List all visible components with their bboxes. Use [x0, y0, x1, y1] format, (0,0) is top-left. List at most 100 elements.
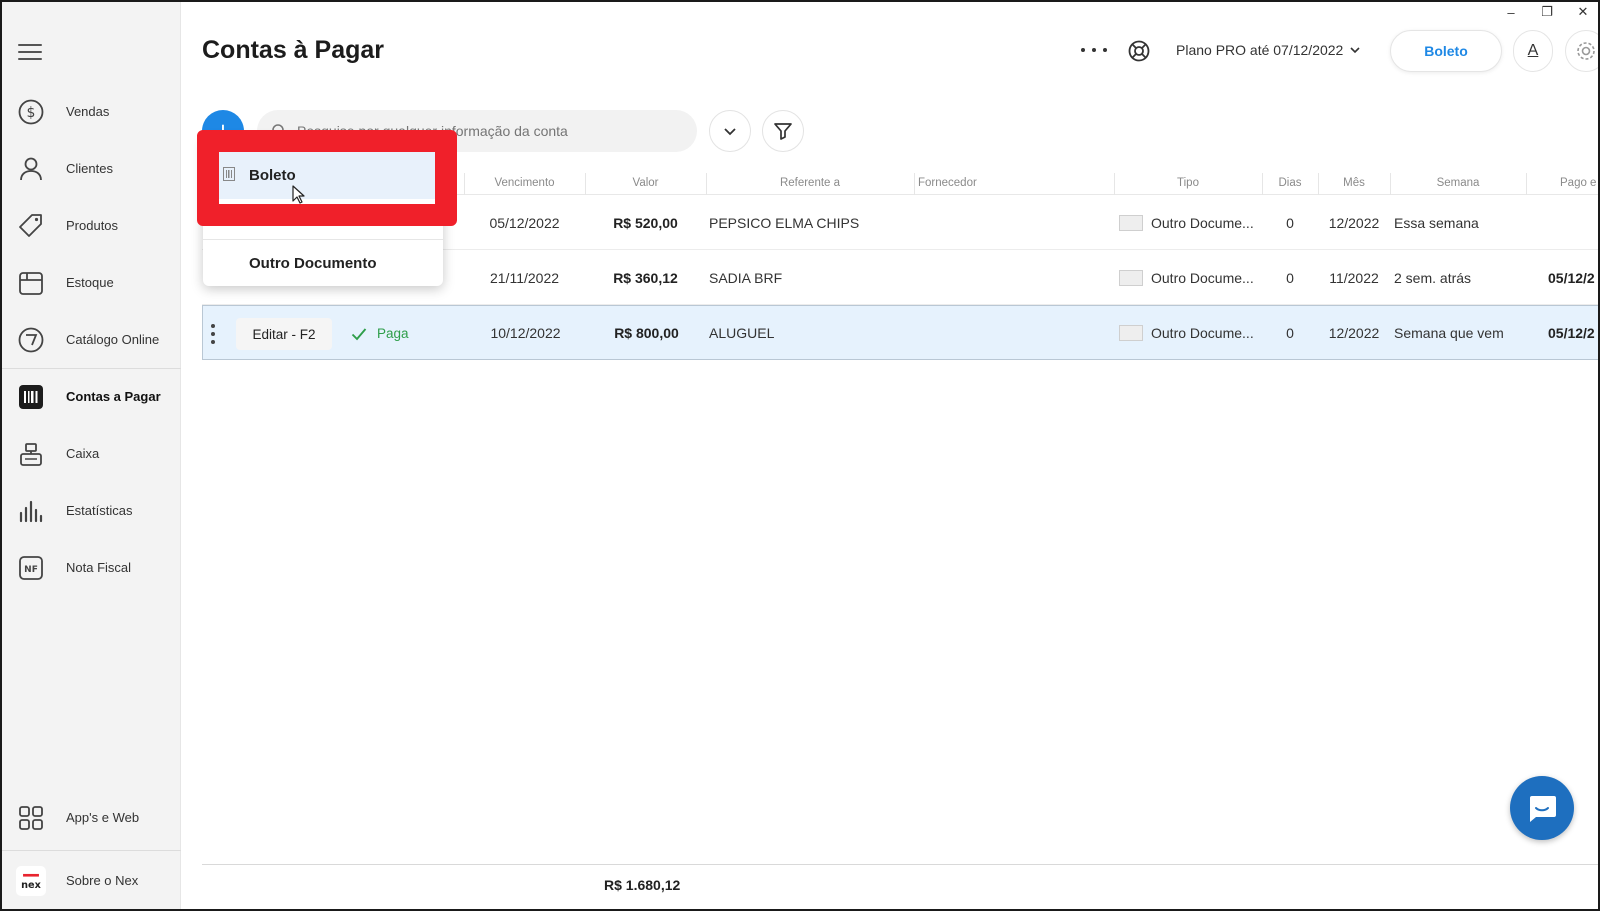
- footer-divider: [202, 864, 1598, 865]
- sidebar-item-estoque[interactable]: Estoque: [2, 254, 180, 311]
- minimize-icon[interactable]: –: [1504, 4, 1518, 20]
- svg-text:$: $: [27, 105, 36, 121]
- sidebar-item-caixa[interactable]: Caixa: [2, 425, 180, 482]
- barcode-icon: [16, 382, 46, 412]
- close-icon[interactable]: ✕: [1576, 4, 1590, 20]
- menu-item-boleto[interactable]: Boleto: [203, 151, 443, 199]
- sidebar-item-estatisticas[interactable]: Estatísticas: [2, 482, 180, 539]
- document-type-icon: [1119, 214, 1143, 231]
- sidebar-item-produtos[interactable]: Produtos: [2, 197, 180, 254]
- sidebar-item-label: Sobre o Nex: [66, 873, 139, 888]
- chevron-down-icon: [1350, 47, 1360, 54]
- cell-valor: R$ 360,12: [613, 269, 678, 286]
- font-size-button[interactable]: A: [1513, 30, 1553, 72]
- edit-button[interactable]: Editar - F2: [236, 318, 332, 350]
- status-badge: Paga: [351, 306, 409, 361]
- barcode-icon: [223, 167, 235, 181]
- sidebar-nav: $ Vendas Clientes Produtos Estoque Catál…: [2, 83, 181, 596]
- cell-mes: 12/2022: [1328, 324, 1380, 341]
- cell-dias: 0: [1286, 214, 1294, 231]
- tipo-label: Outro Docume...: [1151, 324, 1254, 341]
- cell-semana: Semana que vem: [1394, 324, 1504, 341]
- sidebar-item-clientes[interactable]: Clientes: [2, 140, 180, 197]
- sidebar-item-vendas[interactable]: $ Vendas: [2, 83, 180, 140]
- sidebar-divider: [2, 850, 181, 851]
- restore-icon[interactable]: ❐: [1540, 4, 1554, 20]
- plan-label: Plano PRO até 07/12/2022: [1176, 42, 1344, 58]
- sidebar-item-sobre-o-nex[interactable]: nex Sobre o Nex: [2, 852, 180, 909]
- column-header[interactable]: Referente a: [706, 177, 914, 189]
- help-lifebuoy-icon[interactable]: [1127, 39, 1151, 63]
- column-header[interactable]: Valor: [585, 177, 706, 189]
- table-row-selected[interactable]: Editar - F2 Paga 10/12/2022 R$ 800,00 AL…: [202, 305, 1598, 361]
- sidebar-item-label: Catálogo Online: [66, 332, 160, 347]
- plan-selector[interactable]: Plano PRO até 07/12/2022: [1176, 42, 1361, 58]
- cell-mes: 11/2022: [1329, 269, 1379, 286]
- cell-vencimento: 10/12/2022: [490, 324, 561, 341]
- sidebar: $ Vendas Clientes Produtos Estoque Catál…: [2, 2, 181, 909]
- row-menu-icon[interactable]: [211, 324, 217, 344]
- column-header[interactable]: Semana: [1390, 177, 1526, 189]
- sidebar-item-label: Produtos: [66, 218, 119, 233]
- cell-vencimento: 21/11/2022: [489, 269, 560, 286]
- chevron-down-icon: [724, 128, 736, 136]
- cell-referente: ALUGUEL: [709, 324, 775, 341]
- apps-grid-icon: [16, 803, 46, 833]
- gear-icon: [1577, 42, 1595, 60]
- column-header[interactable]: Vencimento: [464, 177, 585, 189]
- sidebar-item-apps-e-web[interactable]: App's e Web: [2, 789, 180, 846]
- column-header[interactable]: Fornecedor: [918, 177, 977, 189]
- cell-tipo: Outro Docume...: [1119, 250, 1254, 305]
- cell-referente: PEPSICO ELMA CHIPS: [709, 214, 860, 231]
- cell-tipo: Outro Docume...: [1119, 305, 1254, 360]
- chat-button[interactable]: [1510, 776, 1574, 840]
- tipo-label: Outro Docume...: [1151, 214, 1254, 231]
- document-type-icon: [1119, 269, 1143, 286]
- column-header[interactable]: Mês: [1318, 177, 1390, 189]
- sidebar-item-label: Estoque: [66, 275, 114, 290]
- more-options-icon[interactable]: [1081, 40, 1107, 60]
- column-header[interactable]: Pago e: [1560, 177, 1596, 189]
- dollar-circle-icon: $: [16, 97, 46, 127]
- filter-icon: [774, 123, 792, 140]
- expand-button[interactable]: [709, 110, 751, 152]
- sidebar-bottom: App's e Web nex Sobre o Nex: [2, 789, 181, 909]
- cell-pago: 05/12/2: [1548, 269, 1595, 286]
- tag-icon: [16, 211, 46, 241]
- boleto-button[interactable]: Boleto: [1390, 30, 1502, 72]
- window-controls: – ❐ ✕: [1504, 4, 1590, 20]
- add-document-menu: Boleto Outro Documento: [203, 137, 443, 286]
- sidebar-item-contas-a-pagar[interactable]: Contas a Pagar: [2, 368, 180, 425]
- sidebar-item-nota-fiscal[interactable]: NF Nota Fiscal: [2, 539, 180, 596]
- nf-badge-text: NF: [24, 565, 38, 575]
- cell-referente: SADIA BRF: [709, 269, 783, 286]
- tipo-label: Outro Docume...: [1151, 269, 1254, 286]
- hamburger-menu-icon[interactable]: [18, 44, 42, 62]
- sidebar-item-label: Contas a Pagar: [66, 389, 161, 404]
- cell-valor: R$ 800,00: [614, 324, 679, 341]
- cell-dias: 0: [1286, 269, 1294, 286]
- total-amount: R$ 1.680,12: [604, 877, 681, 893]
- page-title: Contas à Pagar: [202, 36, 385, 64]
- cash-register-icon: [16, 439, 46, 469]
- sidebar-item-catalogo-online[interactable]: Catálogo Online: [2, 311, 180, 368]
- chat-bubble-icon: [1530, 796, 1556, 822]
- check-icon: [351, 327, 367, 340]
- cell-semana: Essa semana: [1394, 214, 1479, 231]
- box-icon: [16, 268, 46, 298]
- nex-logo-icon: nex: [16, 865, 46, 896]
- column-header[interactable]: Dias: [1262, 177, 1318, 189]
- filter-button[interactable]: [762, 110, 804, 152]
- settings-button[interactable]: [1565, 30, 1598, 72]
- nex-logo-text: nex: [21, 880, 41, 891]
- cell-semana: 2 sem. atrás: [1394, 269, 1472, 286]
- status-label: Paga: [377, 326, 409, 341]
- bar-chart-icon: [16, 496, 46, 526]
- column-header[interactable]: Tipo: [1114, 177, 1262, 189]
- menu-item-outro-documento[interactable]: Outro Documento: [203, 239, 443, 287]
- sidebar-item-label: Caixa: [66, 446, 100, 461]
- cell-dias: 0: [1286, 324, 1294, 341]
- cell-mes: 12/2022: [1328, 214, 1380, 231]
- sidebar-item-label: Nota Fiscal: [66, 560, 132, 575]
- cell-valor: R$ 520,00: [613, 214, 678, 231]
